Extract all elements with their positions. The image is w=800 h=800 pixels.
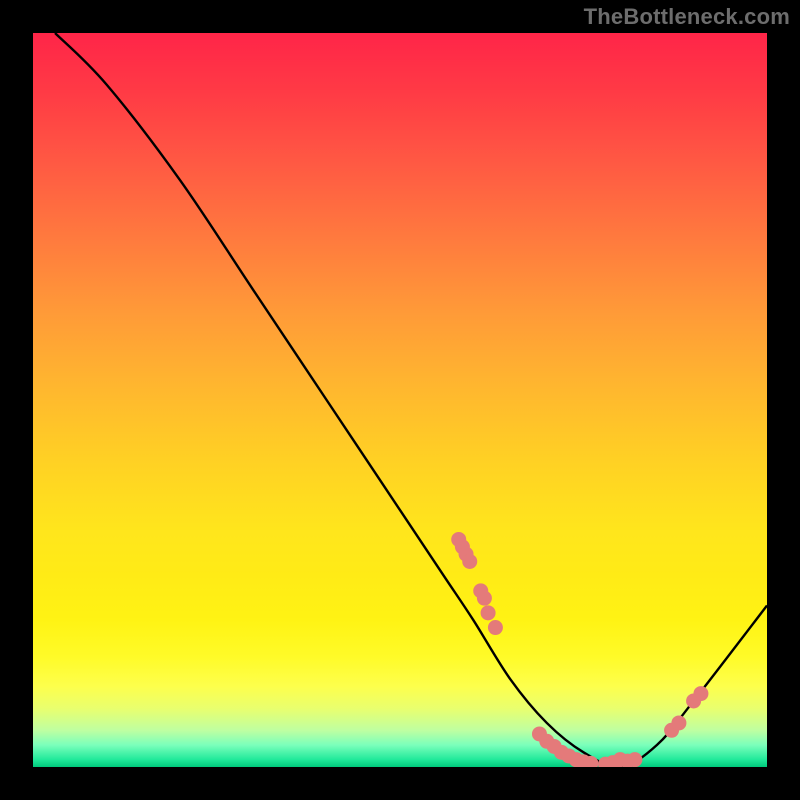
chart-svg (33, 33, 767, 767)
data-marker (488, 620, 503, 635)
data-marker (477, 591, 492, 606)
chart-frame: TheBottleneck.com (0, 0, 800, 800)
data-marker (627, 752, 642, 767)
data-marker (671, 715, 686, 730)
marker-layer (451, 532, 708, 767)
data-marker (693, 686, 708, 701)
watermark-label: TheBottleneck.com (584, 4, 790, 30)
plot-area (33, 33, 767, 767)
data-marker (462, 554, 477, 569)
bottleneck-curve (55, 33, 767, 767)
data-marker (481, 605, 496, 620)
curve-layer (55, 33, 767, 767)
